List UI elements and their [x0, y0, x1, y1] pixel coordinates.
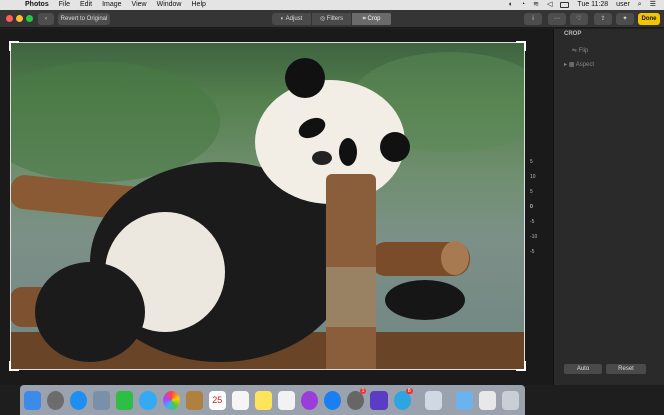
crop-section-title: CROP	[564, 31, 582, 37]
messages-icon[interactable]	[139, 390, 157, 410]
menu-bar: Photos File Edit Image View Window Help …	[0, 0, 664, 10]
auto-enhance-icon[interactable]: ✦	[616, 13, 634, 25]
menu-view[interactable]: View	[132, 0, 147, 10]
photo-booth-icon[interactable]	[93, 390, 111, 410]
dial-tick: 5	[530, 159, 533, 165]
menu-image[interactable]: Image	[102, 0, 121, 10]
dial-tick: -10	[530, 234, 538, 240]
aspect-icon: ▦	[568, 62, 575, 68]
siri-icon[interactable]: ◐	[509, 0, 513, 10]
menubar-clock[interactable]: Tue 11:28	[577, 0, 608, 10]
menubar-user[interactable]: user	[616, 0, 630, 10]
dial-tick: -5	[530, 249, 535, 255]
done-button[interactable]: Done	[638, 13, 660, 25]
minimize-window-button[interactable]	[16, 15, 23, 22]
crop-sidebar: CROP ⇋ Flip ▸ ▦ Aspect Auto Reset	[553, 29, 664, 385]
photos-icon[interactable]	[162, 390, 180, 410]
podcasts-icon[interactable]	[301, 390, 319, 410]
telegram-icon[interactable]: 8	[393, 387, 413, 410]
dial-tick-zero: 0	[530, 204, 533, 210]
menu-file[interactable]: File	[59, 0, 70, 10]
edit-mode-tabs: ◐ Adjust ◎ Filters ⌗ Crop	[272, 13, 392, 25]
timemachine-icon[interactable]: ◔	[521, 0, 525, 10]
facetime-icon[interactable]	[116, 390, 134, 410]
stickies-icon[interactable]	[254, 390, 273, 410]
flip-icon: ⇋	[572, 48, 578, 54]
revert-to-original-button[interactable]: Revert to Original	[58, 13, 110, 25]
tab-filters-label: Filters	[326, 16, 344, 22]
photo-canvas: 5 10 5 0 -5 -10 -5	[0, 29, 553, 385]
notification-center-icon[interactable]: ☰	[650, 0, 656, 10]
share-icon[interactable]: ⇪	[594, 13, 612, 25]
finder-icon[interactable]	[24, 390, 42, 410]
crop-handle-top-left[interactable]	[9, 41, 19, 51]
volume-icon[interactable]: ◁	[547, 0, 552, 10]
calendar-icon[interactable]: 25	[208, 390, 226, 410]
disclosure-triangle-icon: ▸	[564, 62, 568, 68]
favorite-heart-icon[interactable]: ♡	[570, 13, 588, 25]
status-area: ◐ ◔ ≋ ◁ Tue 11:28 user ⌕ ☰	[509, 0, 664, 10]
music-icon[interactable]	[278, 390, 296, 410]
flip-label: Flip	[578, 48, 589, 54]
dial-tick: 5	[530, 189, 533, 195]
reset-button[interactable]: Reset	[606, 364, 646, 374]
system-preferences-icon[interactable]: 1	[347, 387, 367, 410]
info-icon[interactable]: i	[524, 13, 542, 25]
tab-crop-label: Crop	[367, 16, 381, 22]
edit-toolbar: ‹ Revert to Original ◐ Adjust ◎ Filters …	[0, 10, 664, 28]
notification-badge: 8	[405, 387, 413, 394]
spotlight-icon[interactable]: ⌕	[638, 0, 642, 10]
notes-icon[interactable]	[185, 390, 203, 410]
menu-edit[interactable]: Edit	[80, 0, 92, 10]
zoom-window-button[interactable]	[26, 15, 33, 22]
app-store-icon[interactable]	[324, 390, 342, 410]
apple-menu-icon[interactable]	[8, 1, 17, 10]
menu-help[interactable]: Help	[192, 0, 206, 10]
preview-icon[interactable]	[424, 390, 442, 410]
crop-handle-bottom-left[interactable]	[9, 361, 19, 371]
dial-tick: -5	[530, 219, 535, 225]
safari-icon[interactable]	[70, 390, 88, 410]
close-window-button[interactable]	[6, 15, 13, 22]
auto-button[interactable]: Auto	[564, 364, 602, 374]
launchpad-icon[interactable]	[47, 390, 65, 410]
trash-icon[interactable]	[501, 390, 519, 410]
flip-button[interactable]: ⇋ Flip	[572, 47, 588, 54]
imovie-icon[interactable]	[370, 390, 388, 410]
aspect-label: Aspect	[575, 62, 595, 68]
textedit-icon[interactable]	[478, 390, 496, 410]
more-options-icon[interactable]: ⋯	[548, 13, 566, 25]
folder-icon[interactable]	[455, 390, 473, 410]
menu-window[interactable]: Window	[157, 0, 182, 10]
battery-icon[interactable]	[560, 2, 570, 8]
menu-app-photos[interactable]: Photos	[25, 0, 49, 10]
crop-handle-bottom-right[interactable]	[516, 361, 526, 371]
crop-handle-top-right[interactable]	[516, 41, 526, 51]
dock: 25 1 8	[20, 385, 525, 415]
tab-crop[interactable]: ⌗ Crop	[352, 13, 392, 25]
notification-badge: 1	[359, 387, 367, 394]
wifi-icon[interactable]: ≋	[533, 0, 539, 10]
crop-frame[interactable]	[9, 41, 526, 371]
reminders-icon[interactable]	[231, 390, 249, 410]
back-button[interactable]: ‹	[38, 13, 54, 25]
tab-adjust-label: Adjust	[285, 16, 303, 22]
aspect-disclosure[interactable]: ▸ ▦ Aspect	[564, 61, 594, 68]
dial-tick: 10	[530, 174, 536, 180]
tab-adjust[interactable]: ◐ Adjust	[272, 13, 312, 25]
straighten-dial[interactable]: 5 10 5 0 -5 -10 -5	[526, 159, 548, 259]
tab-filters[interactable]: ◎ Filters	[312, 13, 352, 25]
